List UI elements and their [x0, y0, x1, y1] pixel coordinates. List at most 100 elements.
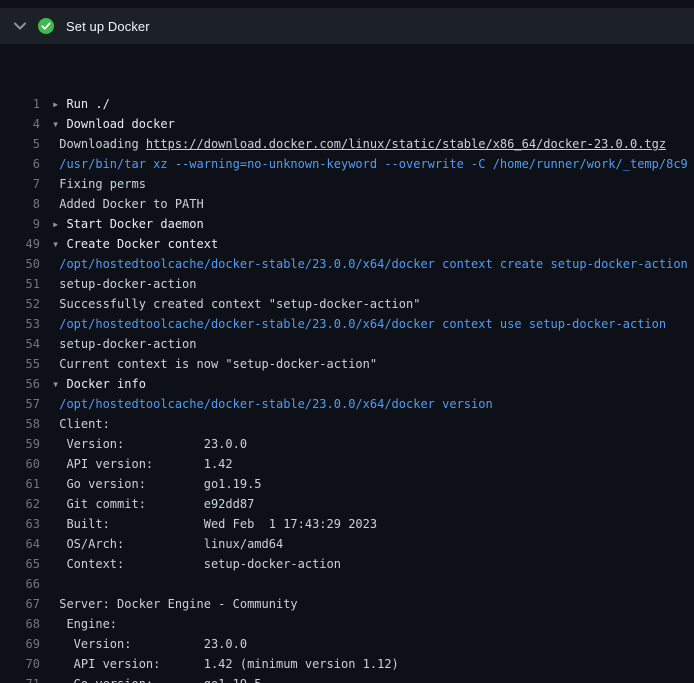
log-line[interactable]: 4▾ Download docker — [0, 114, 694, 134]
line-number[interactable]: 56 — [0, 374, 52, 394]
line-number[interactable]: 63 — [0, 514, 52, 534]
log-line: 50 /opt/hostedtoolcache/docker-stable/23… — [0, 254, 694, 274]
log-group-header[interactable]: ▸ Start Docker daemon — [52, 214, 694, 234]
log-text: Version: 23.0.0 — [52, 437, 247, 451]
line-number[interactable]: 57 — [0, 394, 52, 414]
log-text: Built: Wed Feb 1 17:43:29 2023 — [52, 517, 377, 531]
triangle-right-icon[interactable]: ▸ — [52, 217, 66, 231]
log-text-line: Git commit: e92dd87 — [52, 494, 694, 514]
log-text: setup-docker-action — [52, 277, 197, 291]
line-number[interactable]: 62 — [0, 494, 52, 514]
log-text: Downloading — [52, 137, 146, 151]
log-line: 59 Version: 23.0.0 — [0, 434, 694, 454]
line-number[interactable]: 54 — [0, 334, 52, 354]
line-number[interactable]: 9 — [0, 214, 52, 234]
line-number[interactable]: 70 — [0, 654, 52, 674]
log-line[interactable]: 9▸ Start Docker daemon — [0, 214, 694, 234]
log-text: Successfully created context "setup-dock… — [52, 297, 420, 311]
log-line: 52 Successfully created context "setup-d… — [0, 294, 694, 314]
line-number[interactable]: 51 — [0, 274, 52, 294]
log-text: API version: 1.42 — [52, 457, 233, 471]
command-text: /opt/hostedtoolcache/docker-stable/23.0.… — [52, 257, 688, 271]
line-number[interactable]: 58 — [0, 414, 52, 434]
log-line: 66 — [0, 574, 694, 594]
log-group-header[interactable]: ▸ Run ./ — [52, 94, 694, 114]
line-number[interactable]: 59 — [0, 434, 52, 454]
line-number[interactable]: 53 — [0, 314, 52, 334]
log-text-line: Built: Wed Feb 1 17:43:29 2023 — [52, 514, 694, 534]
log-line: 69 Version: 23.0.0 — [0, 634, 694, 654]
log-line: 63 Built: Wed Feb 1 17:43:29 2023 — [0, 514, 694, 534]
log-group-header[interactable]: ▾ Docker info — [52, 374, 694, 394]
line-number[interactable]: 66 — [0, 574, 52, 594]
log-text-line: OS/Arch: linux/amd64 — [52, 534, 694, 554]
log-lines: 1▸ Run ./4▾ Download docker5 Downloading… — [0, 94, 694, 683]
log-text-line: setup-docker-action — [52, 334, 694, 354]
log-text-line: Go version: go1.19.5 — [52, 674, 694, 683]
log-text-line: /opt/hostedtoolcache/docker-stable/23.0.… — [52, 314, 694, 334]
group-title: Download docker — [66, 117, 174, 131]
line-number[interactable]: 49 — [0, 234, 52, 254]
group-title: Start Docker daemon — [66, 217, 203, 231]
line-number[interactable]: 4 — [0, 114, 52, 134]
step-header[interactable]: Set up Docker — [0, 8, 694, 44]
line-number[interactable]: 61 — [0, 474, 52, 494]
line-number[interactable]: 6 — [0, 154, 52, 174]
log-line: 53 /opt/hostedtoolcache/docker-stable/23… — [0, 314, 694, 334]
log-line: 60 API version: 1.42 — [0, 454, 694, 474]
line-number[interactable]: 1 — [0, 94, 52, 114]
log-text-line: Server: Docker Engine - Community — [52, 594, 694, 614]
log-text: Context: setup-docker-action — [52, 557, 341, 571]
log-text: API version: 1.42 (minimum version 1.12) — [52, 657, 399, 671]
log-line: 7 Fixing perms — [0, 174, 694, 194]
triangle-down-icon[interactable]: ▾ — [52, 117, 66, 131]
log-text-line: Version: 23.0.0 — [52, 634, 694, 654]
log-text: setup-docker-action — [52, 337, 197, 351]
log-link[interactable]: https://download.docker.com/linux/static… — [146, 137, 666, 151]
line-number[interactable]: 69 — [0, 634, 52, 654]
log-line[interactable]: 56▾ Docker info — [0, 374, 694, 394]
line-number[interactable]: 55 — [0, 354, 52, 374]
log-line: 65 Context: setup-docker-action — [0, 554, 694, 574]
log-text: Current context is now "setup-docker-act… — [52, 357, 377, 371]
line-number[interactable]: 8 — [0, 194, 52, 214]
group-title: Run ./ — [66, 97, 109, 111]
log-text: OS/Arch: linux/amd64 — [52, 537, 283, 551]
check-circle-icon — [38, 18, 54, 34]
log-text-line: Engine: — [52, 614, 694, 634]
log-group-header[interactable]: ▾ Create Docker context — [52, 234, 694, 254]
log-line: 62 Git commit: e92dd87 — [0, 494, 694, 514]
line-number[interactable]: 67 — [0, 594, 52, 614]
chevron-down-icon[interactable] — [14, 22, 26, 30]
triangle-down-icon[interactable]: ▾ — [52, 377, 66, 391]
triangle-down-icon[interactable]: ▾ — [52, 237, 66, 251]
group-title: Docker info — [66, 377, 145, 391]
log-line[interactable]: 1▸ Run ./ — [0, 94, 694, 114]
log-viewer: 1▸ Run ./4▾ Download docker5 Downloading… — [0, 44, 694, 683]
command-text: /usr/bin/tar xz --warning=no-unknown-key… — [52, 157, 688, 171]
log-line: 58 Client: — [0, 414, 694, 434]
line-number[interactable]: 7 — [0, 174, 52, 194]
log-text-line: /usr/bin/tar xz --warning=no-unknown-key… — [52, 154, 694, 174]
line-number[interactable]: 50 — [0, 254, 52, 274]
line-number[interactable]: 5 — [0, 134, 52, 154]
line-number[interactable]: 65 — [0, 554, 52, 574]
log-text: Added Docker to PATH — [52, 197, 204, 211]
line-number[interactable]: 52 — [0, 294, 52, 314]
triangle-right-icon[interactable]: ▸ — [52, 97, 66, 111]
log-line[interactable]: 49▾ Create Docker context — [0, 234, 694, 254]
log-line: 67 Server: Docker Engine - Community — [0, 594, 694, 614]
actions-log-panel: Set up Docker 1▸ Run ./4▾ Download docke… — [0, 0, 694, 683]
command-text: /opt/hostedtoolcache/docker-stable/23.0.… — [52, 317, 666, 331]
log-text: Version: 23.0.0 — [52, 637, 247, 651]
log-line: 8 Added Docker to PATH — [0, 194, 694, 214]
line-number[interactable]: 71 — [0, 674, 52, 683]
log-group-header[interactable]: ▾ Download docker — [52, 114, 694, 134]
log-line: 61 Go version: go1.19.5 — [0, 474, 694, 494]
log-text-line: Go version: go1.19.5 — [52, 474, 694, 494]
log-text-line: Successfully created context "setup-dock… — [52, 294, 694, 314]
line-number[interactable]: 64 — [0, 534, 52, 554]
log-line: 6 /usr/bin/tar xz --warning=no-unknown-k… — [0, 154, 694, 174]
line-number[interactable]: 68 — [0, 614, 52, 634]
line-number[interactable]: 60 — [0, 454, 52, 474]
